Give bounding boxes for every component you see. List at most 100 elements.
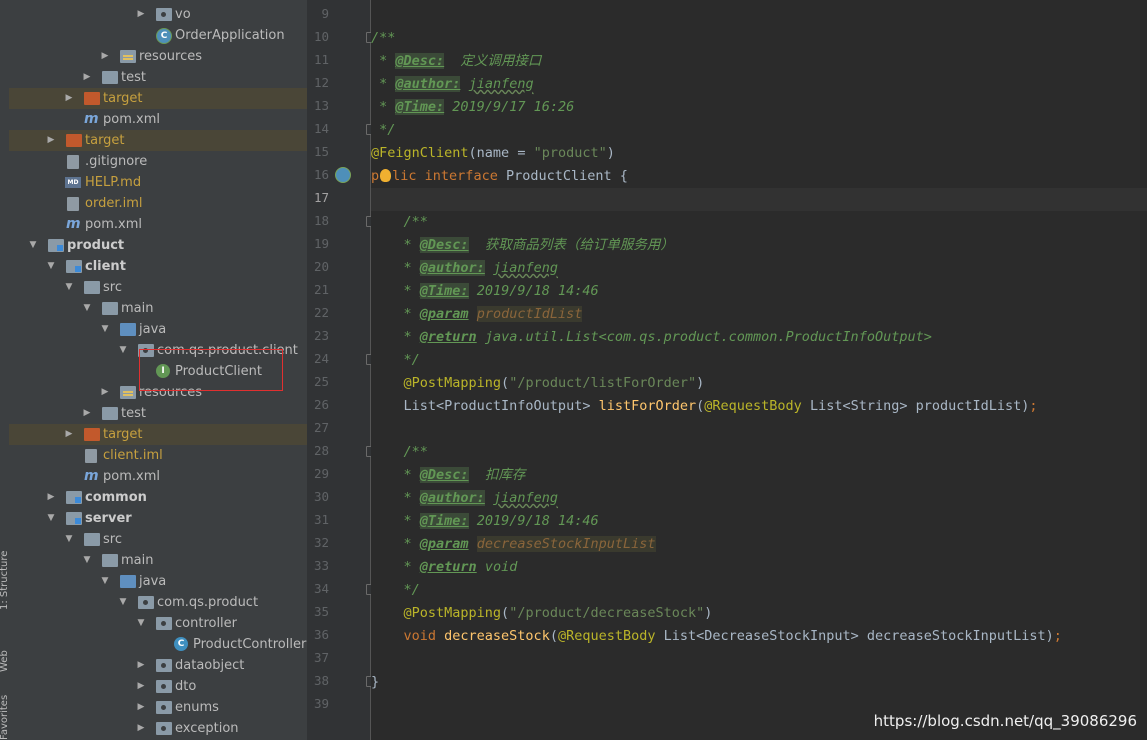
collapse-arrow-icon[interactable]: ▼ [46, 256, 56, 277]
tree-item-common[interactable]: ▶ common [9, 487, 307, 508]
code-line-16: p lic interface ProductClient { [371, 165, 1147, 188]
semicolon: ; [1029, 398, 1038, 414]
tree-item-label: test [121, 70, 146, 85]
class-icon: C [174, 637, 188, 651]
tree-item-test[interactable]: ▶ test [9, 403, 307, 424]
tree-item-label: target [85, 133, 125, 148]
tree-item-product-controller[interactable]: C ProductController [9, 634, 307, 655]
code-line-38: } [371, 671, 1147, 694]
collapse-arrow-icon[interactable]: ▼ [118, 340, 128, 361]
code-text: ProductClient { [497, 168, 628, 184]
tree-item-src[interactable]: ▼ src [9, 277, 307, 298]
tree-item-gitignore[interactable]: .gitignore [9, 151, 307, 172]
tree-item-resources[interactable]: ▶ resources [9, 382, 307, 403]
code-text: ( [549, 628, 558, 644]
tree-item-controller[interactable]: ▼ controller [9, 613, 307, 634]
tree-item-label: client [85, 259, 126, 274]
code-line-20: * @author: jianfeng [371, 257, 1147, 280]
expand-arrow-icon[interactable]: ▶ [46, 130, 56, 151]
tree-item-main[interactable]: ▼ main [9, 550, 307, 571]
keyword: interface [424, 168, 498, 184]
tree-item-pom-xml[interactable]: m pom.xml [9, 466, 307, 487]
code-editor[interactable]: /** * @Desc: 定义调用接口 * @author: jianfeng … [371, 0, 1147, 740]
collapse-arrow-icon[interactable]: ▼ [100, 319, 110, 340]
tree-item-enums[interactable]: ▶ enums [9, 697, 307, 718]
collapse-arrow-icon[interactable]: ▼ [100, 571, 110, 592]
expand-arrow-icon[interactable]: ▶ [64, 424, 74, 445]
line-number: 32 [313, 535, 329, 550]
collapse-arrow-icon[interactable]: ▼ [118, 592, 128, 613]
expand-arrow-icon[interactable]: ▶ [46, 487, 56, 508]
collapse-arrow-icon[interactable]: ▼ [136, 613, 146, 634]
doc-comment: */ [371, 122, 396, 138]
tree-item-order-iml[interactable]: order.iml [9, 193, 307, 214]
tree-item-client-iml[interactable]: client.iml [9, 445, 307, 466]
doc-text: 扣库存 [468, 467, 526, 483]
tree-item-vo[interactable]: ▶ vo [9, 4, 307, 25]
expand-arrow-icon[interactable]: ▶ [82, 403, 92, 424]
line-number: 29 [313, 466, 329, 481]
tree-item-label: exception [175, 721, 239, 736]
doc-comment: /** [371, 30, 396, 46]
tree-item-product[interactable]: ▼ product [9, 235, 307, 256]
expand-arrow-icon[interactable]: ▶ [136, 655, 146, 676]
tree-item-test[interactable]: ▶ test [9, 67, 307, 88]
tree-item-product-client[interactable]: I ProductClient [9, 361, 307, 382]
tree-item-pom-xml[interactable]: m pom.xml [9, 214, 307, 235]
doc-star: * [371, 76, 396, 92]
tree-item-dto[interactable]: ▶ dto [9, 676, 307, 697]
excluded-folder-icon [84, 92, 100, 105]
tree-item-label: com.qs.product [157, 595, 259, 610]
tree-item-main[interactable]: ▼ main [9, 298, 307, 319]
tree-item-server[interactable]: ▼ server [9, 508, 307, 529]
annotation: @RequestBody [557, 628, 656, 644]
tree-item-java[interactable]: ▼ java [9, 571, 307, 592]
tree-item-target[interactable]: ▶ target [9, 424, 307, 445]
line-number: 38 [313, 673, 329, 688]
collapse-arrow-icon[interactable]: ▼ [28, 235, 38, 256]
expand-arrow-icon[interactable]: ▶ [136, 676, 146, 697]
line-number: 21 [313, 282, 329, 297]
expand-arrow-icon[interactable]: ▶ [64, 88, 74, 109]
code-line-19: * @Desc: 获取商品列表（给订单服务用） [371, 234, 1147, 257]
tree-item-package-client[interactable]: ▼ com.qs.product.client [9, 340, 307, 361]
tree-item-resources[interactable]: ▶ resources [9, 46, 307, 67]
tree-item-help-md[interactable]: MD HELP.md [9, 172, 307, 193]
code-text: ( [501, 375, 510, 391]
tree-item-exception[interactable]: ▶ exception [9, 718, 307, 739]
string-literal: "/product/listForOrder" [509, 375, 697, 391]
collapse-arrow-icon[interactable]: ▼ [64, 529, 74, 550]
tree-item-target[interactable]: ▶ target [9, 88, 307, 109]
collapse-arrow-icon[interactable]: ▼ [46, 508, 56, 529]
expand-arrow-icon[interactable]: ▶ [136, 4, 146, 25]
doc-star: * [371, 536, 420, 552]
tree-item-label: HELP.md [85, 175, 142, 190]
doc-text: jianfeng [468, 76, 534, 92]
tree-item-java[interactable]: ▼ java [9, 319, 307, 340]
tree-item-src[interactable]: ▼ src [9, 529, 307, 550]
collapse-arrow-icon[interactable]: ▼ [82, 298, 92, 319]
tree-item-label: main [121, 553, 154, 568]
expand-arrow-icon[interactable]: ▶ [100, 46, 110, 67]
doc-param-name: productIdList [476, 306, 583, 322]
tree-item-dataobject[interactable]: ▶ dataobject [9, 655, 307, 676]
expand-arrow-icon[interactable]: ▶ [82, 67, 92, 88]
collapse-arrow-icon[interactable]: ▼ [64, 277, 74, 298]
feign-client-gutter-icon[interactable] [335, 167, 351, 183]
collapse-arrow-icon[interactable]: ▼ [82, 550, 92, 571]
code-line-28: /** [371, 441, 1147, 464]
tree-item-pom-xml[interactable]: m pom.xml [9, 109, 307, 130]
watermark: https://blog.csdn.net/qq_39086296 [873, 712, 1137, 730]
line-number: 13 [313, 98, 329, 113]
tree-item-order-application[interactable]: C OrderApplication [9, 25, 307, 46]
expand-arrow-icon[interactable]: ▶ [100, 382, 110, 403]
expand-arrow-icon[interactable]: ▶ [136, 697, 146, 718]
doc-star: * [371, 513, 420, 529]
tree-item-client[interactable]: ▼ client [9, 256, 307, 277]
line-number: 30 [313, 489, 329, 504]
method-name: listForOrder [598, 398, 697, 414]
expand-arrow-icon[interactable]: ▶ [136, 718, 146, 739]
tree-item-package-product[interactable]: ▼ com.qs.product [9, 592, 307, 613]
lightbulb-icon[interactable] [380, 169, 392, 182]
tree-item-target[interactable]: ▶ target [9, 130, 307, 151]
